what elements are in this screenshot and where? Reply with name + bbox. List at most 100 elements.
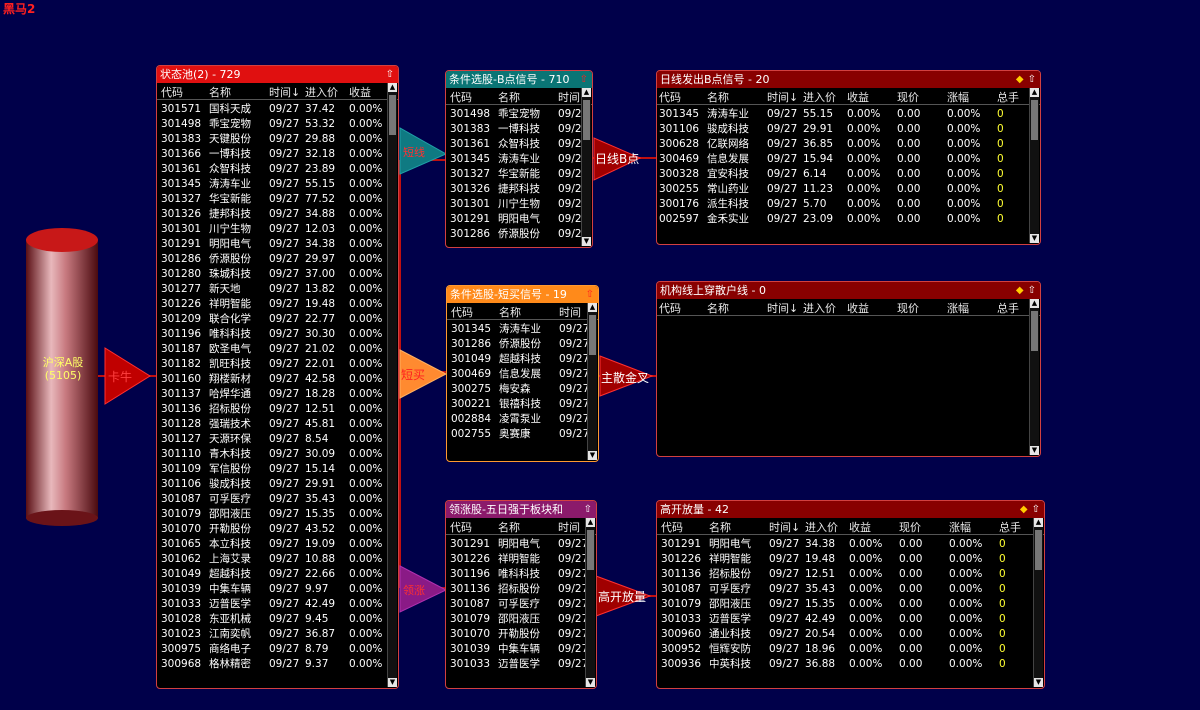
panel-header[interactable]: 日线发出B点信号 - 20 ◆ ⇧: [657, 71, 1040, 88]
table-row[interactable]: 301361 众智科技 09/27 23.89 0.00%: [157, 162, 398, 177]
col-entry-price-header[interactable]: 进入价: [305, 84, 338, 100]
vertical-scrollbar[interactable]: ▲ ▼: [1029, 88, 1039, 243]
table-row[interactable]: 301065 本立科技 09/27 19.09 0.00%: [157, 537, 398, 552]
col-gain-header[interactable]: 收益: [847, 300, 869, 316]
col-volume-header[interactable]: 总手: [997, 89, 1019, 105]
col-name-header[interactable]: 名称: [707, 89, 729, 105]
table-row[interactable]: 301301 川宁生物 09/27 12.03 0.00%: [157, 222, 398, 237]
vertical-scrollbar[interactable]: ▲ ▼: [581, 88, 591, 246]
up-arrow-icon[interactable]: ⇧: [584, 504, 592, 515]
table-row[interactable]: 301571 国科天成 09/27 37.42 0.00%: [157, 102, 398, 117]
scrollbar-thumb[interactable]: [1035, 530, 1042, 570]
table-row[interactable]: 301136 招标股份 09/27 12.51 0.00% 0.00 0.00% 0: [657, 567, 1044, 582]
table-row[interactable]: 301326 捷邦科技 09/27 34.88 0.00%: [157, 207, 398, 222]
up-arrow-icon[interactable]: ⇧: [386, 69, 394, 80]
col-current-price-header[interactable]: 现价: [897, 300, 919, 316]
scroll-down-icon[interactable]: ▼: [1030, 446, 1039, 455]
table-row[interactable]: 301062 上海艾录 09/27 10.88 0.00%: [157, 552, 398, 567]
scrollbar-thumb[interactable]: [1031, 100, 1038, 140]
col-entry-price-header[interactable]: 进入价: [803, 89, 836, 105]
table-row[interactable]: 301070 开勒股份 09/27 43.52 0.00%: [157, 522, 398, 537]
table-row[interactable]: 300975 商络电子 09/27 8.79 0.00%: [157, 642, 398, 657]
panel-daily-b-signal[interactable]: 日线发出B点信号 - 20 ◆ ⇧ 代码 名称 时间↓ 进入价 收益 现价 涨幅 总手 30134…: [656, 70, 1041, 245]
col-name-header[interactable]: 名称: [498, 519, 520, 535]
table-row[interactable]: 301345 涛涛车业 09/27 55.15 0.00% 0.00 0.00% 0: [657, 107, 1040, 122]
up-arrow-icon[interactable]: ⇧: [586, 289, 594, 300]
panel-header[interactable]: 状态池(2) - 729 ⇧: [157, 66, 398, 83]
col-time-header[interactable]: 时间↓: [767, 300, 798, 316]
scrollbar-thumb[interactable]: [389, 95, 396, 135]
table-row[interactable]: 301049 超越科技 09/27: [447, 352, 598, 367]
scroll-up-icon[interactable]: ▲: [1030, 299, 1039, 308]
table-row[interactable]: 300952 恒辉安防 09/27 18.96 0.00% 0.00 0.00% 0: [657, 642, 1044, 657]
table-row[interactable]: 301286 侨源股份 09/27 29.97 0.00%: [157, 252, 398, 267]
col-time-header[interactable]: 时间: [558, 519, 580, 535]
vertical-scrollbar[interactable]: ▲ ▼: [587, 303, 597, 460]
panel-header[interactable]: 条件选股-B点信号 - 710 ⇧: [446, 71, 592, 88]
panel-header[interactable]: 高开放量 - 42 ◆ ⇧: [657, 501, 1044, 518]
table-row[interactable]: 301087 可孚医疗 09/27: [446, 597, 596, 612]
col-change-header[interactable]: 涨幅: [947, 300, 969, 316]
table-row[interactable]: 301079 邵阳液压 09/27 15.35 0.00%: [157, 507, 398, 522]
up-arrow-icon[interactable]: ⇧: [1028, 285, 1036, 296]
table-row[interactable]: 002597 金禾实业 09/27 23.09 0.00% 0.00 0.00% 0: [657, 212, 1040, 227]
vertical-scrollbar[interactable]: ▲ ▼: [387, 83, 397, 687]
col-code-header[interactable]: 代码: [661, 519, 683, 535]
table-row[interactable]: 300328 宜安科技 09/27 6.14 0.00% 0.00 0.00% 0: [657, 167, 1040, 182]
col-name-header[interactable]: 名称: [209, 84, 231, 100]
table-row[interactable]: 300255 常山药业 09/27 11.23 0.00% 0.00 0.00% 0: [657, 182, 1040, 197]
table-row[interactable]: 300176 派生科技 09/27 5.70 0.00% 0.00 0.00% 0: [657, 197, 1040, 212]
scrollbar-thumb[interactable]: [1031, 311, 1038, 351]
scroll-up-icon[interactable]: ▲: [586, 518, 595, 527]
table-row[interactable]: 301498 乖宝宠物 09/27 53.32 0.00%: [157, 117, 398, 132]
table-row[interactable]: 301345 涛涛车业 09/27: [447, 322, 598, 337]
panel-header[interactable]: 条件选股-短买信号 - 19 ⇧: [447, 286, 598, 303]
table-row[interactable]: 301226 祥明智能 09/27 19.48 0.00% 0.00 0.00% 0: [657, 552, 1044, 567]
table-row[interactable]: 301033 迈普医学 09/27 42.49 0.00%: [157, 597, 398, 612]
table-row[interactable]: 002884 凌霄泵业 09/27: [447, 412, 598, 427]
table-row[interactable]: 301127 天源环保 09/27 8.54 0.00%: [157, 432, 398, 447]
table-row[interactable]: 301110 青木科技 09/27 30.09 0.00%: [157, 447, 398, 462]
scroll-down-icon[interactable]: ▼: [1034, 678, 1043, 687]
panel-institution-cross[interactable]: 机构线上穿散户线 - 0 ◆ ⇧ 代码 名称 时间↓ 进入价 收益 现价 涨幅 总手 ▲ ▼: [656, 281, 1041, 457]
scroll-up-icon[interactable]: ▲: [1030, 88, 1039, 97]
scroll-down-icon[interactable]: ▼: [1030, 234, 1039, 243]
table-row[interactable]: 301033 迈普医学 09/27 42.49 0.00% 0.00 0.00% 0: [657, 612, 1044, 627]
scroll-up-icon[interactable]: ▲: [582, 88, 591, 97]
col-change-header[interactable]: 涨幅: [947, 89, 969, 105]
table-row[interactable]: 301033 迈普医学 09/27: [446, 657, 596, 672]
up-arrow-icon[interactable]: ⇧: [1028, 74, 1036, 85]
table-row[interactable]: 301209 联合化学 09/27 22.77 0.00%: [157, 312, 398, 327]
col-time-header[interactable]: 时间↓: [269, 84, 300, 100]
vertical-scrollbar[interactable]: ▲ ▼: [1029, 299, 1039, 455]
table-row[interactable]: 300469 信息发展 09/27 15.94 0.00% 0.00 0.00% 0: [657, 152, 1040, 167]
table-row[interactable]: 301301 川宁生物 09/2: [446, 197, 592, 212]
up-arrow-icon[interactable]: ⇧: [1032, 504, 1040, 515]
table-row[interactable]: 301182 凯旺科技 09/27 22.01 0.00%: [157, 357, 398, 372]
col-current-price-header[interactable]: 现价: [899, 519, 921, 535]
table-row[interactable]: 301327 华宝新能 09/27 77.52 0.00%: [157, 192, 398, 207]
panel-high-open-volume[interactable]: 高开放量 - 42 ◆ ⇧ 代码 名称 时间↓ 进入价 收益 现价 涨幅 总手 301291 明阳电…: [656, 500, 1045, 689]
table-row[interactable]: 301280 珠城科技 09/27 37.00 0.00%: [157, 267, 398, 282]
scroll-up-icon[interactable]: ▲: [388, 83, 397, 92]
table-row[interactable]: 301079 邵阳液压 09/27: [446, 612, 596, 627]
col-time-header[interactable]: 时间: [558, 89, 580, 105]
col-code-header[interactable]: 代码: [450, 519, 472, 535]
scroll-down-icon[interactable]: ▼: [588, 451, 597, 460]
col-current-price-header[interactable]: 现价: [897, 89, 919, 105]
table-row[interactable]: 300936 中英科技 09/27 36.88 0.00% 0.00 0.00% 0: [657, 657, 1044, 672]
col-volume-header[interactable]: 总手: [997, 300, 1019, 316]
scrollbar-thumb[interactable]: [589, 315, 596, 355]
table-row[interactable]: 300469 信息发展 09/27: [447, 367, 598, 382]
table-row[interactable]: 301196 唯科科技 09/27 30.30 0.00%: [157, 327, 398, 342]
col-time-header[interactable]: 时间: [559, 304, 581, 320]
table-row[interactable]: 301196 唯科科技 09/27: [446, 567, 596, 582]
panel-status-pool[interactable]: 状态池(2) - 729 ⇧ 代码 名称 时间↓ 进入价 收益 301571 国科天成 09/…: [156, 65, 399, 689]
table-row[interactable]: 301136 招标股份 09/27 12.51 0.00%: [157, 402, 398, 417]
col-gain-header[interactable]: 收益: [349, 84, 371, 100]
diamond-icon[interactable]: ◆: [1020, 504, 1028, 515]
col-code-header[interactable]: 代码: [659, 89, 681, 105]
table-row[interactable]: 300968 格林精密 09/27 9.37 0.00%: [157, 657, 398, 672]
col-code-header[interactable]: 代码: [450, 89, 472, 105]
table-row[interactable]: 301291 明阳电气 09/27 34.38 0.00% 0.00 0.00% 0: [657, 537, 1044, 552]
